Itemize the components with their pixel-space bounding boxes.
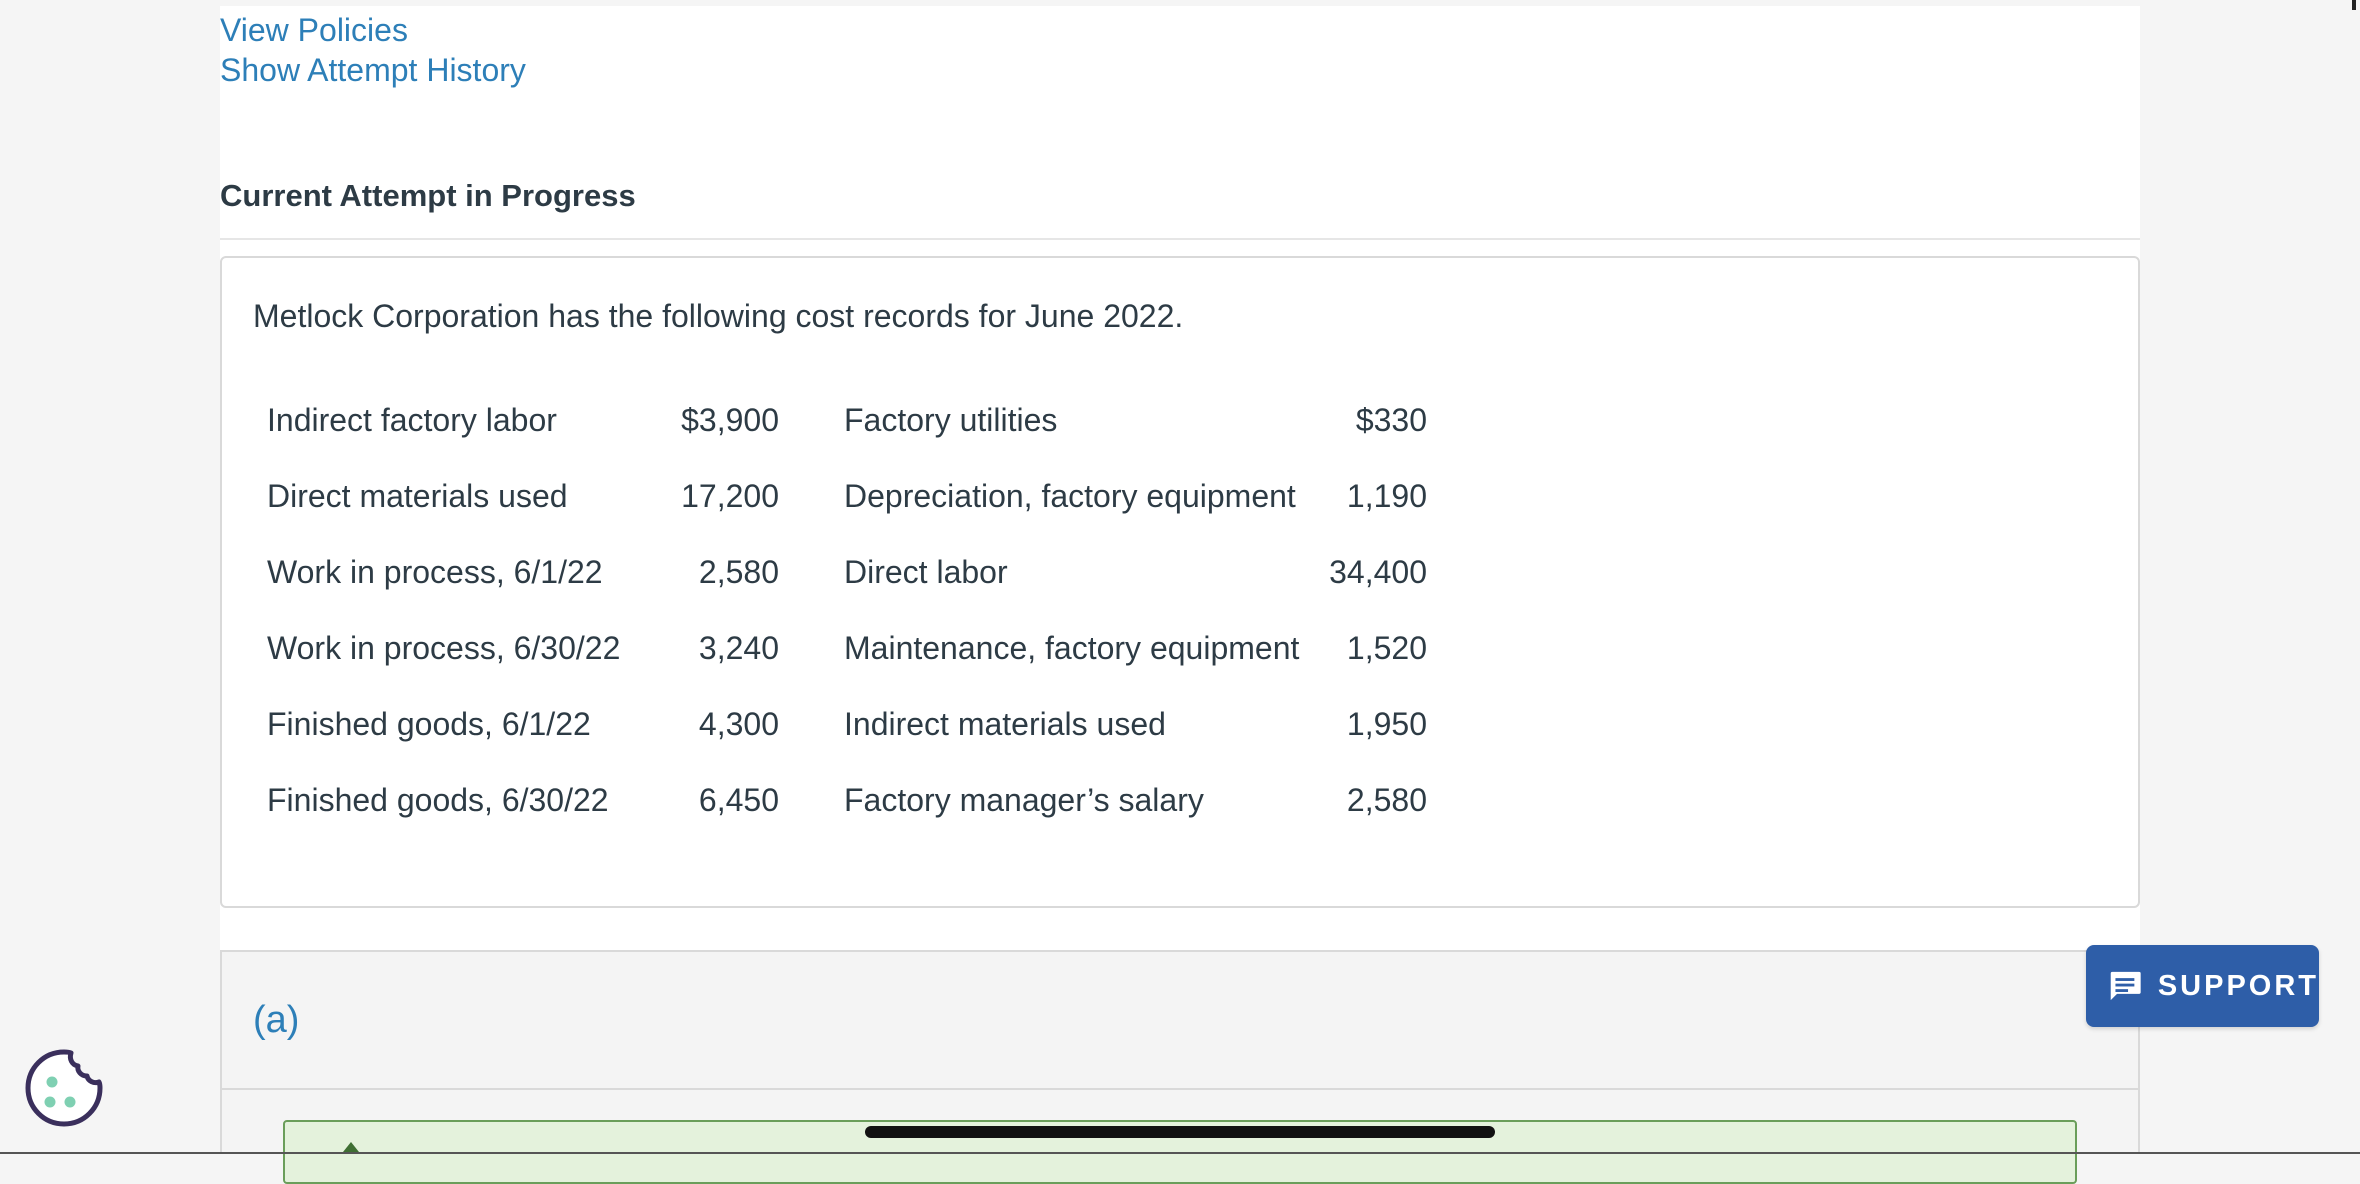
table-row: Indirect factory labor $3,900 Factory ut…	[251, 382, 1427, 458]
view-policies-link[interactable]: View Policies	[220, 10, 408, 50]
cost-value: 1,950	[1346, 705, 1427, 742]
part-a-label: (a)	[253, 999, 300, 1041]
support-button[interactable]: SUPPORT	[2086, 945, 2319, 1027]
show-attempt-history-link[interactable]: Show Attempt History	[220, 50, 526, 90]
part-a-panel: (a)	[220, 950, 2140, 1184]
cookie-icon[interactable]	[22, 1046, 106, 1130]
home-indicator	[865, 1126, 1495, 1138]
cost-label: Maintenance, factory equipment	[844, 629, 1300, 666]
table-row: Finished goods, 6/30/22 6,450 Factory ma…	[251, 762, 1427, 838]
question-intro: Metlock Corporation has the following co…	[253, 298, 1184, 334]
cost-value: 1,190	[1346, 477, 1427, 514]
cost-value: 3,240	[698, 629, 779, 666]
table-row: Work in process, 6/30/22 3,240 Maintenan…	[251, 610, 1427, 686]
cost-label: Finished goods, 6/30/22	[267, 781, 609, 818]
cost-value: $3,900	[681, 401, 779, 438]
cost-value: 6,450	[698, 781, 779, 818]
table-row: Work in process, 6/1/22 2,580 Direct lab…	[251, 534, 1427, 610]
divider	[222, 1088, 2138, 1090]
table-row: Direct materials used 17,200 Depreciatio…	[251, 458, 1427, 534]
attempt-heading: Current Attempt in Progress	[220, 178, 636, 213]
cost-label: Indirect factory labor	[267, 401, 557, 438]
support-label: SUPPORT	[2157, 969, 2319, 1002]
cost-label: Work in process, 6/1/22	[267, 553, 603, 590]
cost-label: Direct materials used	[267, 477, 568, 514]
cost-label: Finished goods, 6/1/22	[267, 705, 591, 742]
cost-value: 34,400	[1329, 553, 1427, 590]
question-box: Metlock Corporation has the following co…	[220, 256, 2140, 908]
cost-label: Work in process, 6/30/22	[267, 629, 621, 666]
table-row: Finished goods, 6/1/22 4,300 Indirect ma…	[251, 686, 1427, 762]
cost-value: 1,520	[1346, 629, 1427, 666]
cost-label: Factory utilities	[844, 401, 1058, 438]
cost-label: Factory manager’s salary	[844, 781, 1204, 818]
chat-icon	[2110, 971, 2141, 1001]
cost-value: $330	[1355, 401, 1427, 438]
cost-label: Indirect materials used	[844, 705, 1166, 742]
main-content: View Policies Show Attempt History Curre…	[220, 6, 2140, 1184]
cost-records-table: Indirect factory labor $3,900 Factory ut…	[251, 382, 1427, 838]
status-icon	[343, 1142, 359, 1152]
cost-value: 2,580	[698, 553, 779, 590]
cost-label: Direct labor	[844, 553, 1008, 590]
cost-value: 17,200	[681, 477, 779, 514]
cost-label: Depreciation, factory equipment	[844, 477, 1296, 514]
cost-value: 4,300	[698, 705, 779, 742]
divider	[220, 238, 2140, 240]
scroll-indicator	[2352, 0, 2356, 10]
cost-value: 2,580	[1346, 781, 1427, 818]
